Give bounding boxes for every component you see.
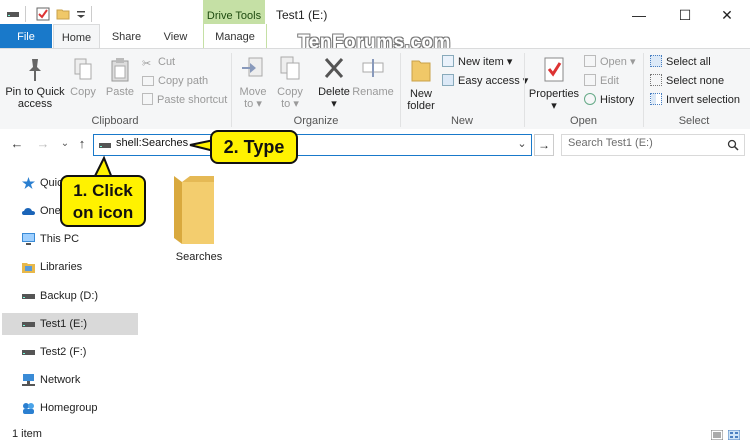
click-callout-line1: 1. Click bbox=[73, 181, 133, 200]
type-callout-text: 2. Type bbox=[223, 137, 285, 157]
click-icon-callout: 1. Click on icon bbox=[60, 175, 146, 227]
click-callout-line2: on icon bbox=[72, 203, 134, 222]
type-callout: 2. Type bbox=[210, 130, 298, 164]
